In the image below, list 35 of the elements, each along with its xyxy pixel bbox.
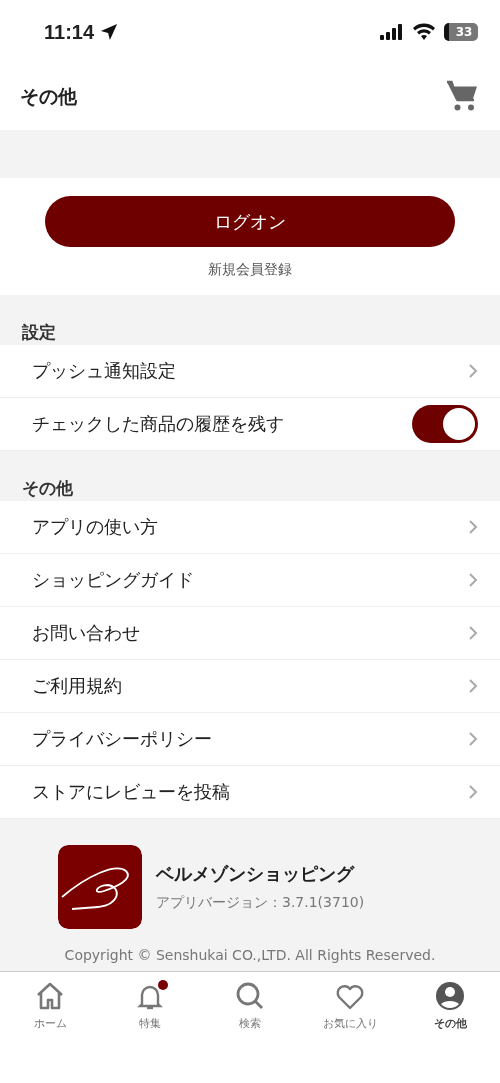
status-time: 11:14 <box>44 20 95 44</box>
chevron-right-icon <box>468 731 478 747</box>
menu-item[interactable]: ご利用規約 <box>0 660 500 713</box>
toggle-switch[interactable] <box>412 405 478 443</box>
app-name: ベルメゾンショッピング <box>156 862 356 886</box>
chevron-right-icon <box>468 784 478 800</box>
location-arrow-icon <box>100 23 119 41</box>
wifi-icon <box>412 23 436 41</box>
tab-item[interactable]: 特集 <box>100 980 200 1041</box>
chevron-right-icon <box>468 625 478 641</box>
tab-item[interactable]: お気に入り <box>300 980 400 1041</box>
menu-item[interactable]: ショッピングガイド <box>0 554 500 607</box>
tab-item[interactable]: ホーム <box>0 980 100 1041</box>
copyright-text: Copyright © Senshukai CO.,LTD. All Rights Reserved. <box>64 947 436 963</box>
battery-level: 33 <box>455 25 473 39</box>
app-version: アプリバージョン：3.7.1(3710) <box>156 894 365 912</box>
page-title: その他 <box>20 84 77 109</box>
login-button[interactable]: ログオン <box>45 196 455 247</box>
menu-item[interactable]: お問い合わせ <box>0 607 500 660</box>
chevron-right-icon <box>468 519 478 535</box>
section-header: 設定 <box>0 295 500 345</box>
register-link[interactable]: 新規会員登録 <box>208 261 292 279</box>
person-icon <box>434 980 466 1012</box>
menu-item[interactable]: アプリの使い方 <box>0 501 500 554</box>
app-logo-icon <box>58 845 142 929</box>
tab-item[interactable]: その他 <box>400 980 500 1041</box>
menu-item[interactable]: プッシュ通知設定 <box>0 345 500 398</box>
section-header: その他 <box>0 451 500 501</box>
signal-icon <box>380 24 404 40</box>
menu-item[interactable]: プライバシーポリシー <box>0 713 500 766</box>
chevron-right-icon <box>468 572 478 588</box>
tab-item[interactable]: 検索 <box>200 980 300 1041</box>
chevron-right-icon <box>468 678 478 694</box>
setting-label: チェックした商品の履歴を残す <box>32 412 284 436</box>
chevron-right-icon <box>468 363 478 379</box>
